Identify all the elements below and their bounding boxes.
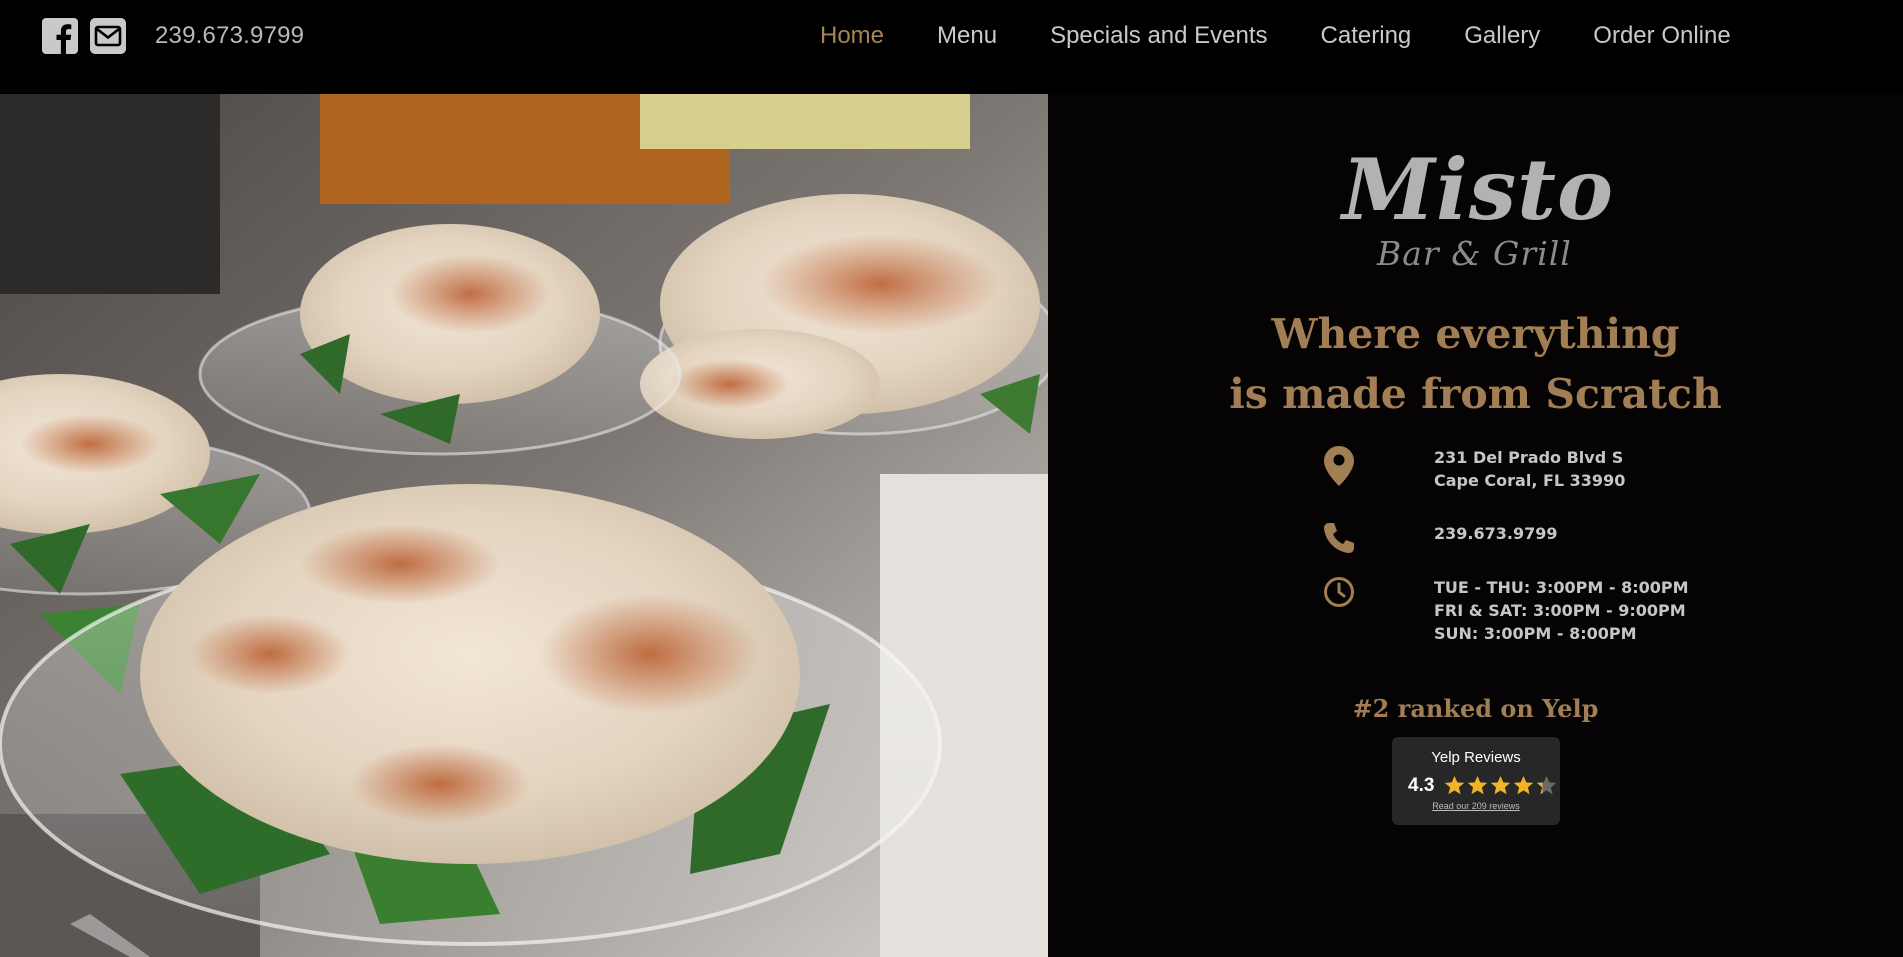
nav-home[interactable]: Home [820,22,884,50]
star-icon [1444,776,1465,795]
tagline-line-2: is made from Scratch [1229,370,1722,418]
ceviche-photo-image [0,94,1048,957]
brand-logo-subtitle: Bar & Grill [1377,234,1572,273]
yelp-rating-score: 4.3 [1408,775,1435,796]
nav-specials-and-events[interactable]: Specials and Events [1050,22,1267,50]
address-text[interactable]: 231 Del Prado Blvd S Cape Coral, FL 3399… [1434,446,1625,492]
hero-food-photo [0,94,1048,957]
info-panel: Misto Bar & Grill Where everything is ma… [1048,94,1903,957]
yelp-reviews-widget[interactable]: Yelp Reviews 4.3 Read our 209 reviews [1392,737,1560,825]
star-icon [1536,776,1557,795]
email-icon[interactable] [90,18,126,54]
star-icon [1513,776,1534,795]
phone-row: 239.673.9799 [1322,522,1557,562]
clock-icon [1324,577,1354,607]
main-nav: Home Menu Specials and Events Catering G… [820,22,1731,50]
phone-icon [1324,523,1354,553]
yelp-rank-text: #2 ranked on Yelp [1352,694,1599,723]
header-phone[interactable]: 239.673.9799 [155,22,304,50]
nav-order-online[interactable]: Order Online [1593,22,1730,50]
social-links [42,18,126,54]
star-icon [1490,776,1511,795]
brand-logo-name: Misto [1342,140,1615,239]
hours-line-sun: SUN: 3:00PM - 8:00PM [1434,624,1637,643]
facebook-icon[interactable] [42,18,78,54]
tagline: Where everything is made from Scratch [1048,304,1903,424]
address-line-1: 231 Del Prado Blvd S [1434,448,1624,467]
nav-gallery[interactable]: Gallery [1464,22,1540,50]
tagline-line-1: Where everything [1271,310,1680,358]
yelp-reviews-link[interactable]: Read our 209 reviews [1392,801,1560,811]
nav-catering[interactable]: Catering [1321,22,1412,50]
nav-menu[interactable]: Menu [937,22,997,50]
hours-line-tue-thu: TUE - THU: 3:00PM - 8:00PM [1434,578,1689,597]
address-line-2: Cape Coral, FL 33990 [1434,471,1626,490]
site-header: 239.673.9799 Home Menu Specials and Even… [0,0,1903,94]
hours-row: TUE - THU: 3:00PM - 8:00PM FRI & SAT: 3:… [1322,576,1689,643]
hours-text: TUE - THU: 3:00PM - 8:00PM FRI & SAT: 3:… [1434,576,1689,645]
star-rating [1444,775,1557,796]
address-row: 231 Del Prado Blvd S Cape Coral, FL 3399… [1322,446,1625,490]
hours-line-fri-sat: FRI & SAT: 3:00PM - 9:00PM [1434,601,1686,620]
map-pin-icon [1324,446,1354,486]
phone-text[interactable]: 239.673.9799 [1434,522,1557,545]
yelp-widget-title: Yelp Reviews [1431,749,1521,766]
star-icon [1467,776,1488,795]
